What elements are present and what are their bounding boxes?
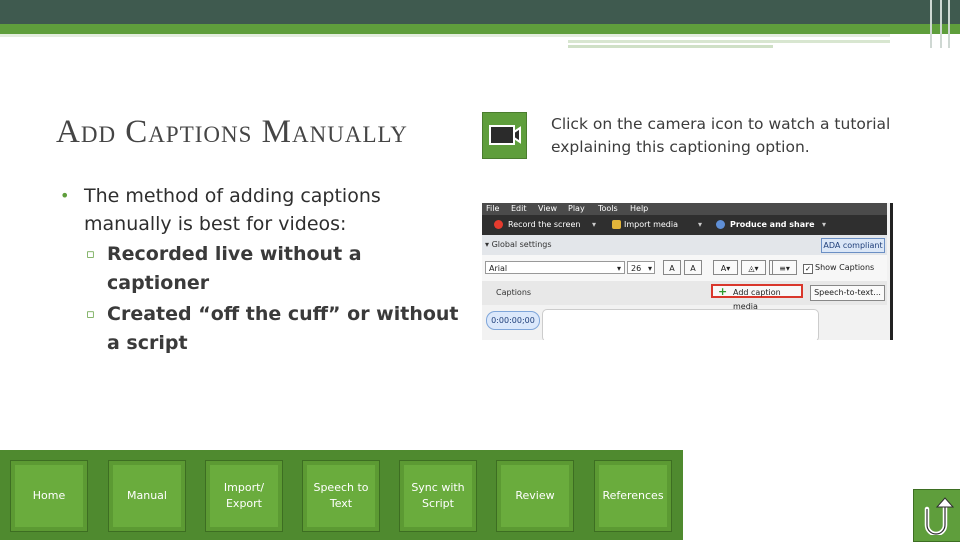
chevron-down-icon: ▾	[592, 220, 597, 229]
app-menubar: File Edit View Play Tools Help	[482, 203, 887, 215]
camera-hint: Click on the camera icon to watch a tuto…	[551, 115, 891, 156]
nav-manual-button[interactable]: Manual	[108, 460, 186, 532]
menu-item-help: Help	[630, 204, 649, 213]
camera-button[interactable]	[482, 112, 527, 159]
nav-references-button[interactable]: References	[594, 460, 672, 532]
menu-item-file: File	[486, 204, 500, 213]
add-caption-media-button[interactable]: + Add caption media	[711, 284, 803, 311]
sub-bullet-item: ▫ Created “off the cuff” or without a sc…	[60, 300, 470, 358]
nav-review-button[interactable]: Review	[496, 460, 574, 532]
record-icon	[494, 220, 503, 229]
header-rule	[568, 40, 890, 43]
return-button[interactable]	[913, 489, 960, 542]
nav-home-button[interactable]: Home	[10, 460, 88, 532]
caption-text-box[interactable]	[542, 309, 819, 340]
font-size-select[interactable]: 26 ▾	[627, 261, 655, 274]
header-bar	[0, 0, 960, 24]
sub-bullet-square-icon: ▫	[86, 247, 95, 262]
font-settings-row: Arial▾ 26▾ A A A▾ ◬▾ ≡ ≡▾ ✓ Show Caption…	[482, 255, 887, 281]
plus-icon: +	[718, 285, 728, 298]
header-rule	[568, 45, 773, 48]
u-turn-arrow-icon	[924, 497, 955, 535]
menu-item-view: View	[538, 204, 557, 213]
menu-item-tools: Tools	[598, 204, 618, 213]
speech-to-text-button[interactable]: Speech-to-text...	[810, 285, 885, 301]
header-rule	[0, 34, 890, 37]
app-toolbar: Record the screen ▾ Import media ▾ Produ…	[482, 215, 887, 235]
produce-button-label: Produce and share	[730, 220, 815, 229]
slide-title: Add Captions Manually	[56, 114, 408, 150]
sub-bullet-text: Created “off the cuff” or without a scri…	[107, 303, 459, 354]
header-divider	[930, 0, 932, 48]
bullet-item: • The method of adding captions manually…	[60, 182, 470, 238]
font-shrink-button[interactable]: A	[684, 260, 702, 275]
global-settings-label: ▾ Global settings	[485, 240, 552, 249]
align-options-button[interactable]: ≡▾	[772, 260, 797, 275]
global-settings-row: ▾ Global settings ADA compliant	[482, 235, 887, 255]
video-camera-icon	[489, 125, 521, 145]
show-captions-label: Show Captions	[815, 263, 875, 272]
bottom-navigation: Home Manual Import/ Export Speech to Tex…	[0, 450, 683, 540]
menu-item-play: Play	[568, 204, 585, 213]
chevron-down-icon: ▾	[822, 220, 827, 229]
show-captions-checkbox[interactable]: ✓	[803, 264, 813, 274]
sub-bullet-square-icon: ▫	[86, 307, 95, 322]
ada-compliant-button[interactable]: ADA compliant	[821, 238, 885, 253]
header-divider	[940, 0, 942, 48]
import-button-label: Import media	[624, 220, 679, 229]
nav-import-export-button[interactable]: Import/ Export	[205, 460, 283, 532]
chevron-down-icon: ▾	[698, 220, 703, 229]
menu-item-edit: Edit	[511, 204, 527, 213]
captions-row: Captions + Add caption media Speech-to-t…	[482, 281, 887, 311]
app-screenshot: File Edit View Play Tools Help Record th…	[482, 203, 893, 340]
captions-label: Captions	[496, 288, 532, 297]
font-color-button[interactable]: A▾	[713, 260, 738, 275]
bullet-dot-icon: •	[60, 186, 70, 205]
share-icon	[716, 220, 725, 229]
fill-color-button[interactable]: ◬▾	[741, 260, 766, 275]
bullet-list: • The method of adding captions manually…	[60, 182, 470, 358]
nav-speech-to-text-button[interactable]: Speech to Text	[302, 460, 380, 532]
header-divider	[948, 0, 950, 48]
header-accent-bar	[0, 24, 960, 34]
sub-bullet-item: ▫ Recorded live without a captioner	[60, 240, 470, 298]
sub-bullet-text: Recorded live without a captioner	[107, 243, 362, 294]
folder-icon	[612, 220, 621, 229]
font-select[interactable]: Arial ▾	[485, 261, 625, 274]
bullet-text: The method of adding captions manually i…	[84, 185, 381, 235]
font-grow-button[interactable]: A	[663, 260, 681, 275]
record-button-label: Record the screen	[508, 220, 581, 229]
timecode-pill[interactable]: 0:00:00;00	[486, 311, 540, 330]
nav-sync-with-script-button[interactable]: Sync with Script	[399, 460, 477, 532]
